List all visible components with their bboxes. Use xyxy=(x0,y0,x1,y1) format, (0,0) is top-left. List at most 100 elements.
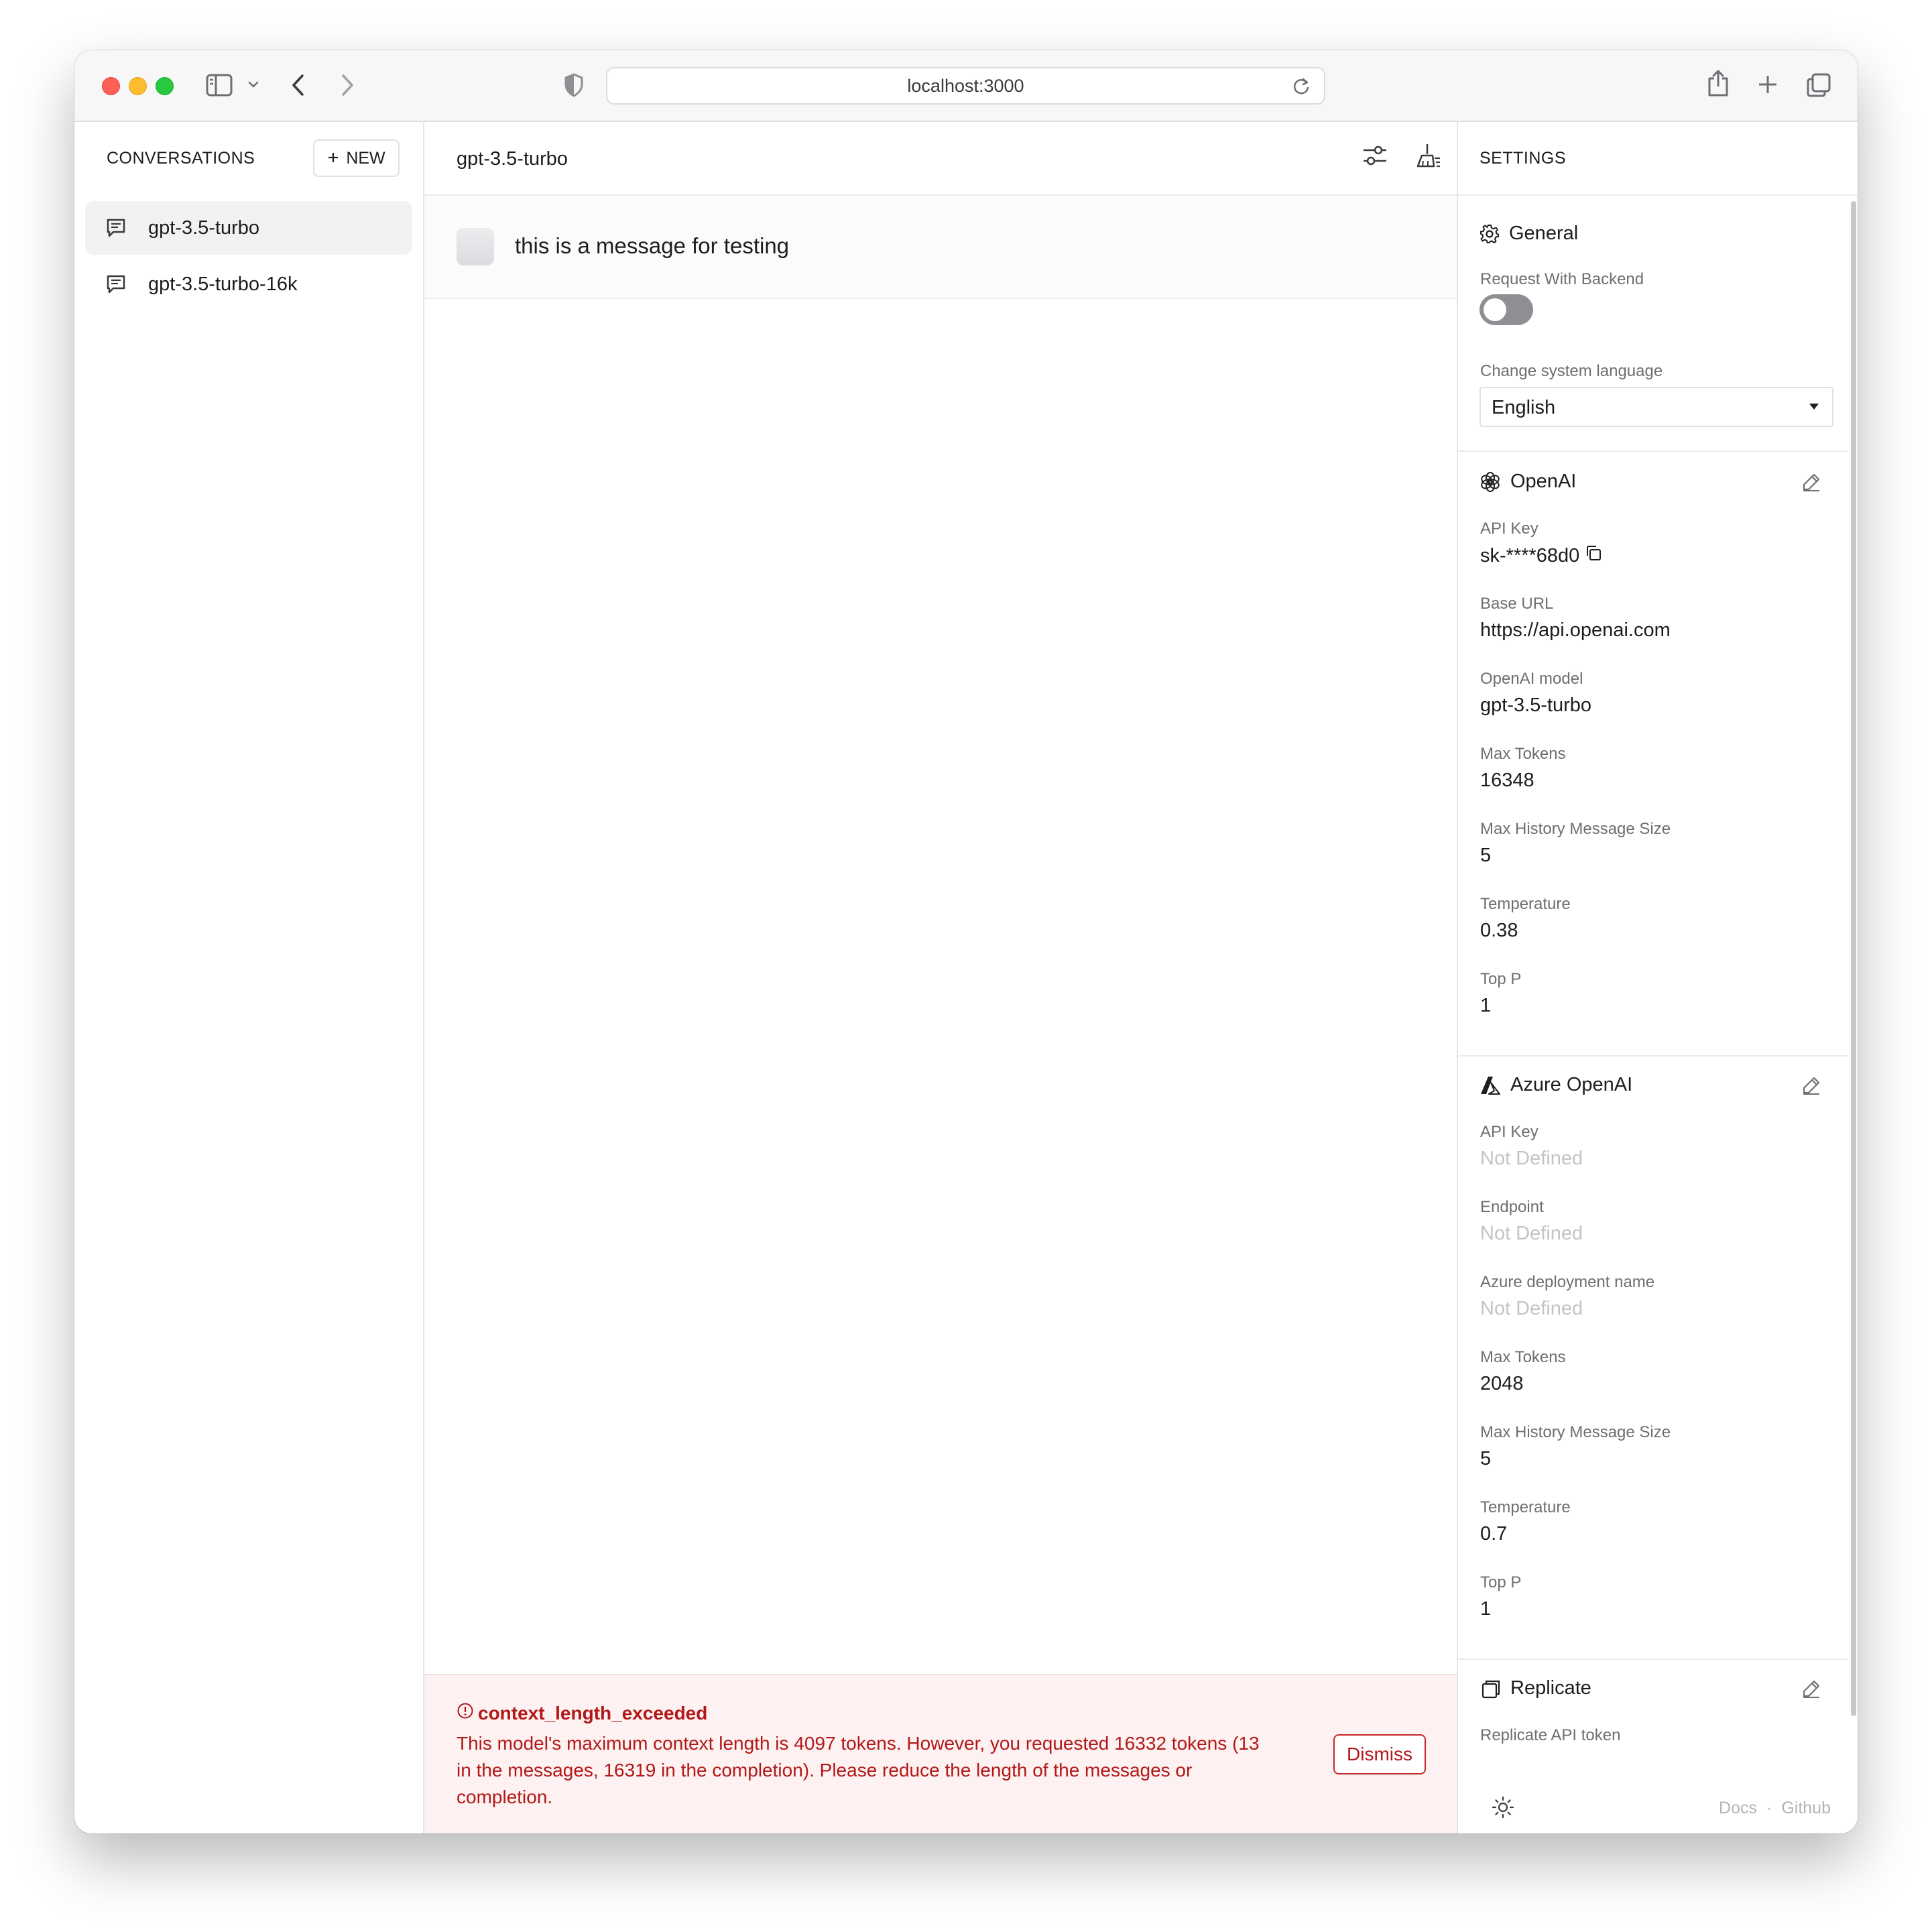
conversations-sidebar: CONVERSATIONS NEW gpt-3.5-turbo gpt-3.5-… xyxy=(74,122,424,1833)
address-bar[interactable]: localhost:3000 xyxy=(606,67,1325,105)
back-icon[interactable] xyxy=(290,73,306,97)
new-tab-icon[interactable] xyxy=(1757,74,1778,95)
close-window-button[interactable] xyxy=(102,77,120,95)
field-label: Replicate API token xyxy=(1480,1726,1621,1744)
copy-icon[interactable] xyxy=(1585,544,1602,567)
field-label: Azure deployment name xyxy=(1480,1273,1655,1291)
tabs-overview-icon[interactable] xyxy=(1806,72,1831,98)
settings-title: SETTINGS xyxy=(1480,149,1567,168)
footer-links: Docs · Github xyxy=(1719,1799,1831,1818)
azure-api-key-value: Not Defined xyxy=(1480,1148,1583,1169)
error-message: This model's maximum context length is 4… xyxy=(457,1733,1260,1807)
sidebar-title: CONVERSATIONS xyxy=(107,149,255,168)
azure-section: Azure OpenAI API Key Not Defined Endpoin… xyxy=(1458,1055,1848,1660)
message-text: this is a message for testing xyxy=(515,233,790,258)
replicate-section-header: Replicate xyxy=(1480,1677,1591,1699)
shield-icon[interactable] xyxy=(564,73,584,97)
conversation-item[interactable]: gpt-3.5-turbo xyxy=(85,201,412,255)
browser-window: localhost:3000 CONVERSATIONS NEW gpt-3.5… xyxy=(74,50,1858,1833)
plus-icon xyxy=(327,149,339,168)
api-key-text: sk-****68d0 xyxy=(1480,544,1580,566)
sidebar-header: CONVERSATIONS NEW xyxy=(74,122,423,196)
error-code: context_length_exceeded xyxy=(478,1702,708,1724)
chat-panel: gpt-3.5-turbo this is a message for test… xyxy=(424,122,1494,1833)
language-label: Change system language xyxy=(1480,362,1663,380)
github-link[interactable]: Github xyxy=(1781,1799,1831,1818)
field-label: Temperature xyxy=(1480,895,1571,913)
language-select[interactable]: English xyxy=(1480,387,1833,427)
replicate-title: Replicate xyxy=(1510,1677,1591,1699)
settings-footer: Docs · Github xyxy=(1458,1780,1848,1833)
field-label: Max History Message Size xyxy=(1480,820,1671,838)
azure-logo-icon xyxy=(1480,1075,1501,1096)
field-label: Max Tokens xyxy=(1480,1348,1566,1366)
field-label: OpenAI model xyxy=(1480,670,1583,688)
field-label: API Key xyxy=(1480,1123,1538,1141)
toggle-knob xyxy=(1484,298,1506,321)
field-label: Base URL xyxy=(1480,595,1554,613)
endpoint-value: Not Defined xyxy=(1480,1223,1583,1244)
replicate-logo-icon xyxy=(1480,1678,1501,1699)
general-section-header: General xyxy=(1480,223,1578,245)
pencil-icon[interactable] xyxy=(1801,1679,1821,1702)
api-key-value: sk-****68d0 xyxy=(1480,544,1602,567)
docs-link[interactable]: Docs xyxy=(1719,1799,1757,1818)
field-label: Endpoint xyxy=(1480,1198,1544,1216)
field-label: Max Tokens xyxy=(1480,745,1566,763)
openai-section-header: OpenAI xyxy=(1480,471,1576,493)
openai-logo-icon xyxy=(1480,471,1501,493)
request-with-backend-toggle[interactable] xyxy=(1480,294,1533,325)
conversation-label: gpt-3.5-turbo-16k xyxy=(148,273,298,295)
chevron-down-icon[interactable] xyxy=(247,80,259,89)
settings-header: SETTINGS xyxy=(1458,122,1858,196)
avatar xyxy=(457,228,494,265)
base-url-value: https://api.openai.com xyxy=(1480,619,1671,641)
caret-down-icon xyxy=(1809,404,1819,410)
error-banner: context_length_exceeded This model's max… xyxy=(424,1674,1457,1833)
conversation-list: gpt-3.5-turbo gpt-3.5-turbo-16k xyxy=(85,201,412,314)
conversation-item[interactable]: gpt-3.5-turbo-16k xyxy=(85,257,412,311)
settings-panel: SETTINGS General Request With Backend Ch… xyxy=(1457,122,1858,1833)
max-tokens-value: 16348 xyxy=(1480,770,1534,791)
pencil-icon[interactable] xyxy=(1801,1075,1821,1099)
sidebar-toggle-icon[interactable] xyxy=(206,74,233,97)
app-root: CONVERSATIONS NEW gpt-3.5-turbo gpt-3.5-… xyxy=(74,122,1858,1833)
gear-icon xyxy=(1480,224,1500,244)
max-history-value: 5 xyxy=(1480,845,1492,866)
temperature-value: 0.38 xyxy=(1480,920,1518,941)
chat-bubble-icon xyxy=(105,274,127,298)
top-p-value: 1 xyxy=(1480,1598,1492,1620)
field-label: Top P xyxy=(1480,970,1522,988)
settings-scrollbar[interactable] xyxy=(1851,201,1856,1716)
chat-message: this is a message for testing xyxy=(424,196,1457,299)
minimize-window-button[interactable] xyxy=(129,77,147,95)
forward-icon[interactable] xyxy=(339,73,355,97)
deployment-name-value: Not Defined xyxy=(1480,1298,1583,1319)
reload-icon[interactable] xyxy=(1292,77,1311,99)
openai-model-value: gpt-3.5-turbo xyxy=(1480,695,1592,716)
address-text: localhost:3000 xyxy=(907,75,1024,96)
sliders-icon[interactable] xyxy=(1362,142,1388,172)
general-section: General Request With Backend Change syst… xyxy=(1458,196,1848,452)
conversation-label: gpt-3.5-turbo xyxy=(148,217,260,239)
top-p-value: 1 xyxy=(1480,995,1492,1016)
azure-title: Azure OpenAI xyxy=(1510,1074,1633,1095)
zoom-window-button[interactable] xyxy=(156,77,174,95)
error-title: context_length_exceeded xyxy=(457,1702,707,1724)
language-value: English xyxy=(1492,397,1556,418)
new-conversation-button[interactable]: NEW xyxy=(313,139,400,177)
alert-circle-icon xyxy=(457,1702,474,1724)
share-icon[interactable] xyxy=(1706,69,1730,97)
chat-bubble-icon xyxy=(105,217,127,242)
dismiss-button[interactable]: Dismiss xyxy=(1333,1734,1426,1774)
field-label: Top P xyxy=(1480,1573,1522,1591)
replicate-section: Replicate Replicate API token xyxy=(1458,1658,1848,1779)
browser-toolbar: localhost:3000 xyxy=(74,50,1858,122)
pencil-icon[interactable] xyxy=(1801,472,1821,495)
sun-icon[interactable] xyxy=(1492,1796,1514,1822)
max-tokens-value: 2048 xyxy=(1480,1373,1524,1394)
broom-icon[interactable] xyxy=(1415,142,1442,172)
chat-header: gpt-3.5-turbo xyxy=(424,122,1494,196)
field-label: Max History Message Size xyxy=(1480,1423,1671,1441)
openai-section: OpenAI API Key sk-****68d0 Base URL http… xyxy=(1458,452,1848,1056)
